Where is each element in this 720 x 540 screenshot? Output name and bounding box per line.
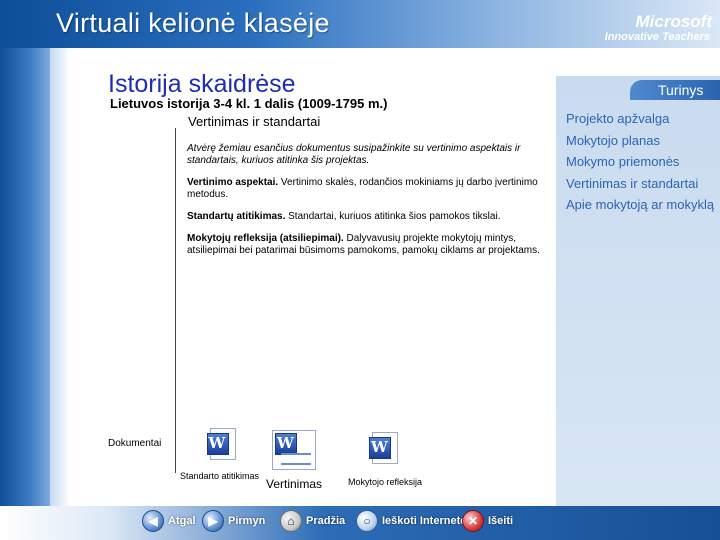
documents-label: Dokumentai xyxy=(108,438,162,449)
sidebar-tab-label: Turinys xyxy=(658,82,704,98)
document-caption[interactable]: Vertinimas xyxy=(266,477,322,491)
sidebar-item-assessment-standards[interactable]: Vertinimas ir standartai xyxy=(566,173,714,195)
paragraph-label: Vertinimo aspektai. xyxy=(187,177,279,188)
home-button[interactable]: ⌂ Pradžia xyxy=(280,508,345,534)
search-internet-label[interactable]: Ieškoti Internete xyxy=(382,515,466,527)
back-button-label[interactable]: Atgal xyxy=(168,515,196,527)
section-title: Vertinimas ir standartai xyxy=(188,114,321,129)
microsoft-logo: Microsoft Innovative Teachers xyxy=(552,12,713,46)
arrow-left-icon[interactable]: ◀ xyxy=(142,510,164,532)
paragraph-assessment: Vertinimo aspektai. Vertinimo skalės, ro… xyxy=(187,177,547,201)
sidebar-nav: Projekto apžvalga Mokytojo planas Mokymo… xyxy=(566,108,714,216)
word-doc-icon[interactable]: W xyxy=(369,432,399,464)
document-standards[interactable]: W Standarto atitikimas xyxy=(180,428,259,481)
document-caption[interactable]: Mokytojo refleksija xyxy=(348,477,422,487)
page-title: Istorija skaidrėse xyxy=(108,70,296,98)
back-button[interactable]: ◀ Atgal xyxy=(142,508,196,534)
intro-text: Atvėrę žemiau esančius dokumentus susipa… xyxy=(187,143,521,166)
vertical-divider xyxy=(175,128,176,473)
home-button-label[interactable]: Pradžia xyxy=(306,515,345,527)
sidebar-item-about-teacher[interactable]: Apie mokytoją ar mokyklą xyxy=(566,194,714,216)
home-icon[interactable]: ⌂ xyxy=(280,510,302,532)
paragraph-standards: Standartų atitikimas. Standartai, kuriuo… xyxy=(187,211,547,223)
document-reflection[interactable]: W Mokytojo refleksija xyxy=(348,432,422,487)
brand-name: Microsoft xyxy=(635,12,713,31)
paragraph-text: Standartai, kuriuos atitinka šios pamoko… xyxy=(285,211,501,222)
paragraph-label: Mokytojų refleksija (atsiliepimai). xyxy=(187,233,344,244)
paragraph-reflection: Mokytojų refleksija (atsiliepimai). Daly… xyxy=(187,233,547,257)
document-caption[interactable]: Standarto atitikimas xyxy=(180,471,259,481)
exit-button[interactable]: ✕ Išeiti xyxy=(462,508,513,534)
content-body: Atvėrę žemiau esančius dokumentus susipa… xyxy=(187,143,547,267)
sidebar-item-teaching-tools[interactable]: Mokymo priemonės xyxy=(566,151,714,173)
close-icon[interactable]: ✕ xyxy=(462,510,484,532)
page-subtitle: Lietuvos istorija 3-4 kl. 1 dalis (1009-… xyxy=(110,96,388,111)
word-doc-icon[interactable]: W xyxy=(272,430,317,470)
arrow-right-icon[interactable]: ▶ xyxy=(202,510,224,532)
document-assessment[interactable]: W Vertinimas xyxy=(266,430,322,491)
sidebar-item-project-overview[interactable]: Projekto apžvalga xyxy=(566,108,714,130)
exit-button-label[interactable]: Išeiti xyxy=(488,515,513,527)
search-internet-button[interactable]: ○ Ieškoti Internete xyxy=(356,508,466,534)
word-doc-icon[interactable]: W xyxy=(206,428,236,460)
left-decorative-strip xyxy=(0,48,50,510)
app-title: Virtuali kelionė klasėje xyxy=(56,8,330,38)
left-gradient-strip xyxy=(50,48,70,510)
brand-subtitle: Innovative Teachers xyxy=(604,31,710,43)
paragraph-label: Standartų atitikimas. xyxy=(187,211,286,222)
forward-button-label[interactable]: Pirmyn xyxy=(228,515,265,527)
sidebar-tab-contents: Turinys xyxy=(630,80,720,100)
sidebar-item-teacher-plan[interactable]: Mokytojo planas xyxy=(566,130,714,152)
magnifier-icon[interactable]: ○ xyxy=(356,510,378,532)
forward-button[interactable]: ▶ Pirmyn xyxy=(202,508,265,534)
